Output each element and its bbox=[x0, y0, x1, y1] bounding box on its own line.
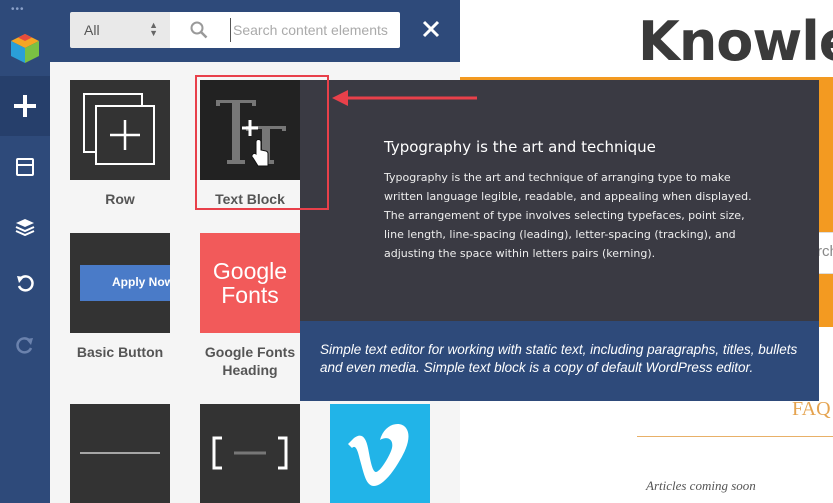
row-icon bbox=[83, 93, 155, 165]
layers-icon bbox=[15, 219, 35, 236]
redo-button[interactable] bbox=[0, 324, 50, 368]
highlight-box bbox=[195, 75, 329, 210]
google-fonts-logo-line1: Google bbox=[212, 258, 288, 284]
undo-icon bbox=[17, 275, 34, 292]
element-label-google-fonts-heading: Google Fonts Heading bbox=[204, 344, 296, 378]
bracket-icon bbox=[212, 436, 288, 470]
vimeo-icon bbox=[348, 424, 409, 486]
add-element-button[interactable] bbox=[0, 76, 50, 136]
close-icon bbox=[422, 20, 440, 38]
redo-icon bbox=[16, 337, 33, 354]
faq-heading: FAQ bbox=[792, 398, 831, 420]
element-tile-row[interactable] bbox=[70, 80, 170, 180]
element-tile-vimeo[interactable] bbox=[330, 404, 430, 503]
tree-view-button[interactable] bbox=[0, 205, 50, 249]
category-filter-value: All bbox=[84, 22, 100, 38]
arrow-left-icon bbox=[330, 88, 480, 113]
templates-button[interactable] bbox=[0, 145, 50, 189]
tooltip-body: Typography is the art and technique of a… bbox=[384, 171, 752, 260]
editor-navbar: ••• bbox=[0, 0, 50, 503]
drag-handle[interactable]: ••• bbox=[11, 4, 25, 15]
search-box bbox=[170, 12, 400, 48]
basic-button-icon: Apply Now bbox=[80, 265, 170, 301]
category-filter-select[interactable]: All ▲ ▼ bbox=[70, 12, 170, 48]
page-title: Knowled bbox=[638, 10, 833, 73]
search-icon bbox=[190, 21, 208, 44]
panel-header: All ▲ ▼ bbox=[50, 0, 460, 62]
element-label-basic-button: Basic Button bbox=[76, 344, 164, 360]
google-fonts-logo-line2: Fonts bbox=[221, 282, 279, 308]
undo-button[interactable] bbox=[0, 262, 50, 306]
select-arrows-icon: ▲ ▼ bbox=[149, 20, 158, 38]
tooltip-title: Typography is the art and technique bbox=[384, 138, 656, 156]
tooltip-description: Simple text editor for working with stat… bbox=[300, 321, 819, 401]
close-panel-button[interactable] bbox=[418, 16, 444, 42]
element-tile-bracket[interactable] bbox=[200, 404, 300, 503]
search-input[interactable] bbox=[230, 18, 390, 42]
element-tile-basic-button[interactable]: Apply Now bbox=[70, 233, 170, 333]
separator-icon bbox=[80, 452, 160, 454]
template-icon bbox=[16, 158, 34, 176]
basic-button-preview-text: Apply Now bbox=[112, 275, 170, 289]
plus-icon bbox=[14, 95, 36, 117]
element-preview-tooltip: Typography is the art and technique Typo… bbox=[300, 80, 819, 321]
articles-note: Articles coming soon bbox=[646, 478, 756, 493]
element-tile-google-fonts-heading[interactable]: Google Fonts bbox=[200, 233, 300, 333]
google-fonts-icon: Google Fonts bbox=[200, 259, 300, 307]
element-tile-separator[interactable] bbox=[70, 404, 170, 503]
element-label-row: Row bbox=[105, 191, 135, 207]
logo-icon[interactable] bbox=[0, 26, 50, 71]
faq-divider bbox=[637, 436, 833, 437]
